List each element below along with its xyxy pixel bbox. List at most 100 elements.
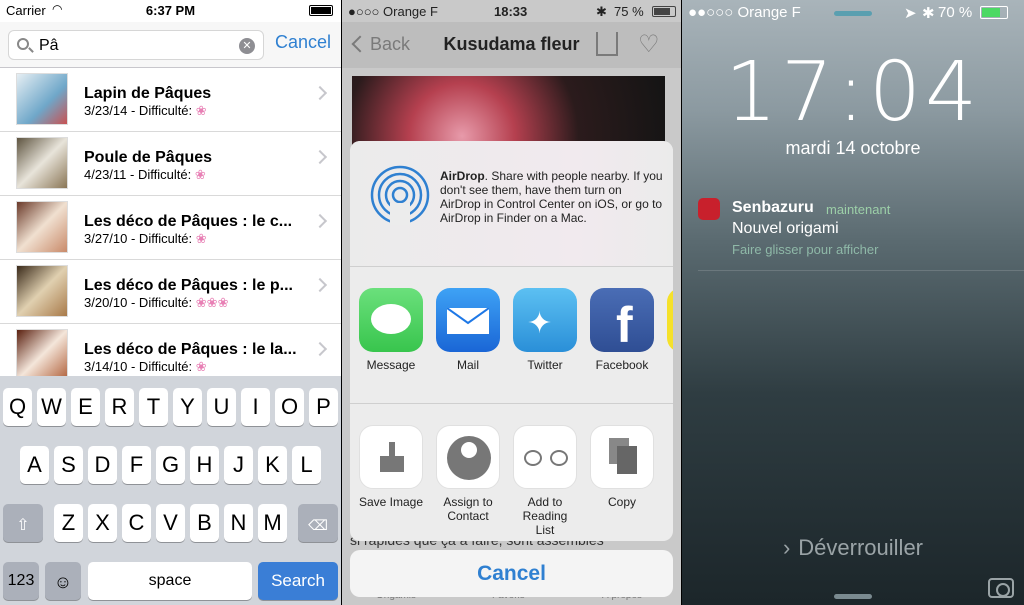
key-n[interactable]: N [224, 504, 253, 542]
notification-center-grabber[interactable] [834, 11, 872, 16]
control-center-grabber[interactable] [834, 594, 872, 599]
copy-icon [590, 425, 654, 489]
item-title: Les déco de Pâques : le p... [84, 277, 293, 294]
glasses-icon [513, 425, 577, 489]
key-e[interactable]: E [71, 388, 100, 426]
battery-percent: 75 % [614, 4, 644, 19]
key-w[interactable]: W [37, 388, 66, 426]
key-p[interactable]: P [309, 388, 338, 426]
key-f[interactable]: F [122, 446, 151, 484]
senbazuru-app-icon [698, 198, 720, 220]
key-i[interactable]: I [241, 388, 270, 426]
status-time: 6:37 PM [145, 3, 196, 18]
key-g[interactable]: G [156, 446, 185, 484]
cancel-button[interactable]: Cancel [350, 550, 673, 597]
copy-button[interactable]: Copy [589, 425, 655, 509]
numbers-key[interactable]: 123 [3, 562, 39, 600]
battery-icon [980, 6, 1008, 19]
heart-icon[interactable]: ♡ [638, 30, 660, 59]
key-z[interactable]: Z [54, 504, 83, 542]
app-label: Twitter [527, 358, 563, 372]
airdrop-section[interactable]: AirDrop. Share with people nearby. If yo… [350, 141, 673, 267]
mail-share-button[interactable]: Mail [435, 288, 501, 372]
cancel-button[interactable]: Cancel [275, 32, 331, 53]
item-title: Les déco de Pâques : le c... [84, 213, 293, 230]
key-x[interactable]: X [88, 504, 117, 542]
unlock-label: Déverrouiller [798, 535, 924, 560]
item-meta: 4/23/11 - Difficulté: ❀ [84, 167, 206, 183]
list-item[interactable]: Poule de Pâques 4/23/11 - Difficulté: ❀ [0, 132, 341, 196]
twitter-share-button[interactable]: ✦ Twitter [512, 288, 578, 372]
twitter-icon: ✦ [513, 288, 577, 352]
shift-icon: ⇧ [16, 517, 30, 534]
chevron-right-icon [312, 149, 328, 165]
bluetooth-icon: ✱ [596, 4, 607, 19]
message-icon [359, 288, 423, 352]
key-v[interactable]: V [156, 504, 185, 542]
key-b[interactable]: B [190, 504, 219, 542]
search-query: Pâ [39, 37, 59, 54]
search-input[interactable]: Pâ ✕ [8, 30, 264, 60]
key-a[interactable]: A [20, 446, 49, 484]
key-l[interactable]: L [292, 446, 321, 484]
delete-key[interactable]: ⌫ [298, 504, 338, 542]
battery-icon [652, 6, 676, 17]
assign-contact-button[interactable]: Assign to Contact [435, 425, 501, 523]
key-m[interactable]: M [258, 504, 287, 542]
notification-hint: Faire glisser pour afficher [732, 242, 879, 257]
key-t[interactable]: T [139, 388, 168, 426]
key-o[interactable]: O [275, 388, 304, 426]
shift-key[interactable]: ⇧ [3, 504, 43, 542]
download-icon [359, 425, 423, 489]
space-key[interactable]: space [88, 562, 252, 600]
app-label: Mail [456, 358, 479, 372]
action-label: Add to Reading List [522, 495, 568, 537]
partial-share-button[interactable] [666, 288, 673, 352]
key-y[interactable]: Y [173, 388, 202, 426]
notification-message: Nouvel origami [732, 220, 839, 237]
save-image-button[interactable]: Save Image [358, 425, 424, 509]
slide-to-unlock[interactable]: › Déverrouiller [682, 535, 1024, 561]
list-item[interactable]: Les déco de Pâques : le p... 3/20/10 - D… [0, 260, 341, 324]
emoji-key[interactable]: ☺ [45, 562, 81, 600]
item-date: 3/23/14 - Difficulté: [84, 103, 193, 118]
key-q[interactable]: Q [3, 388, 32, 426]
message-share-button[interactable]: Message [358, 288, 424, 372]
key-h[interactable]: H [190, 446, 219, 484]
key-k[interactable]: K [258, 446, 287, 484]
key-s[interactable]: S [54, 446, 83, 484]
origami-photo [352, 76, 665, 146]
key-j[interactable]: J [224, 446, 253, 484]
share-actions-row: Save Image Assign to Contact Add to Read… [350, 405, 673, 541]
facebook-share-button[interactable]: f Facebook [589, 288, 655, 372]
chevron-right-icon [312, 277, 328, 293]
search-key[interactable]: Search [258, 562, 338, 600]
action-label: Save Image [358, 495, 424, 509]
lock-screen: ●●○○○ Orange F ➤ ✱ 70 % 17:04 mardi 14 o… [682, 0, 1024, 605]
reading-list-button[interactable]: Add to Reading List [512, 425, 578, 537]
item-date: 3/27/10 - Difficulté: [84, 231, 193, 246]
contact-icon [436, 425, 500, 489]
key-u[interactable]: U [207, 388, 236, 426]
location-icon: ➤ [904, 5, 917, 22]
camera-icon[interactable] [988, 578, 1014, 598]
key-c[interactable]: C [122, 504, 151, 542]
item-date: 4/23/11 - Difficulté: [84, 167, 192, 182]
list-item[interactable]: Lapin de Pâques 3/23/14 - Difficulté: ❀ [0, 68, 341, 132]
key-r[interactable]: R [105, 388, 134, 426]
key-d[interactable]: D [88, 446, 117, 484]
app-label: Message [366, 358, 416, 372]
item-date: 3/14/10 - Difficulté: [84, 359, 193, 374]
share-sheet-screen: ●○○○ Orange F 18:33 ✱ 75 % Back Kusudama… [342, 0, 681, 605]
partial-app-icon [667, 288, 673, 352]
list-item[interactable]: Les déco de Pâques : le c... 3/27/10 - D… [0, 196, 341, 260]
difficulty-flower-icon: ❀ [194, 167, 206, 182]
thumbnail [16, 73, 68, 125]
share-icon[interactable] [596, 32, 618, 56]
status-time: 18:33 [494, 4, 528, 19]
item-meta: 3/20/10 - Difficulté: ❀❀❀ [84, 295, 228, 311]
item-meta: 3/23/14 - Difficulté: ❀ [84, 103, 207, 119]
airdrop-icon [370, 165, 430, 225]
status-bar: Carrier ◠ 6:37 PM [0, 0, 341, 22]
clear-icon[interactable]: ✕ [239, 38, 255, 54]
